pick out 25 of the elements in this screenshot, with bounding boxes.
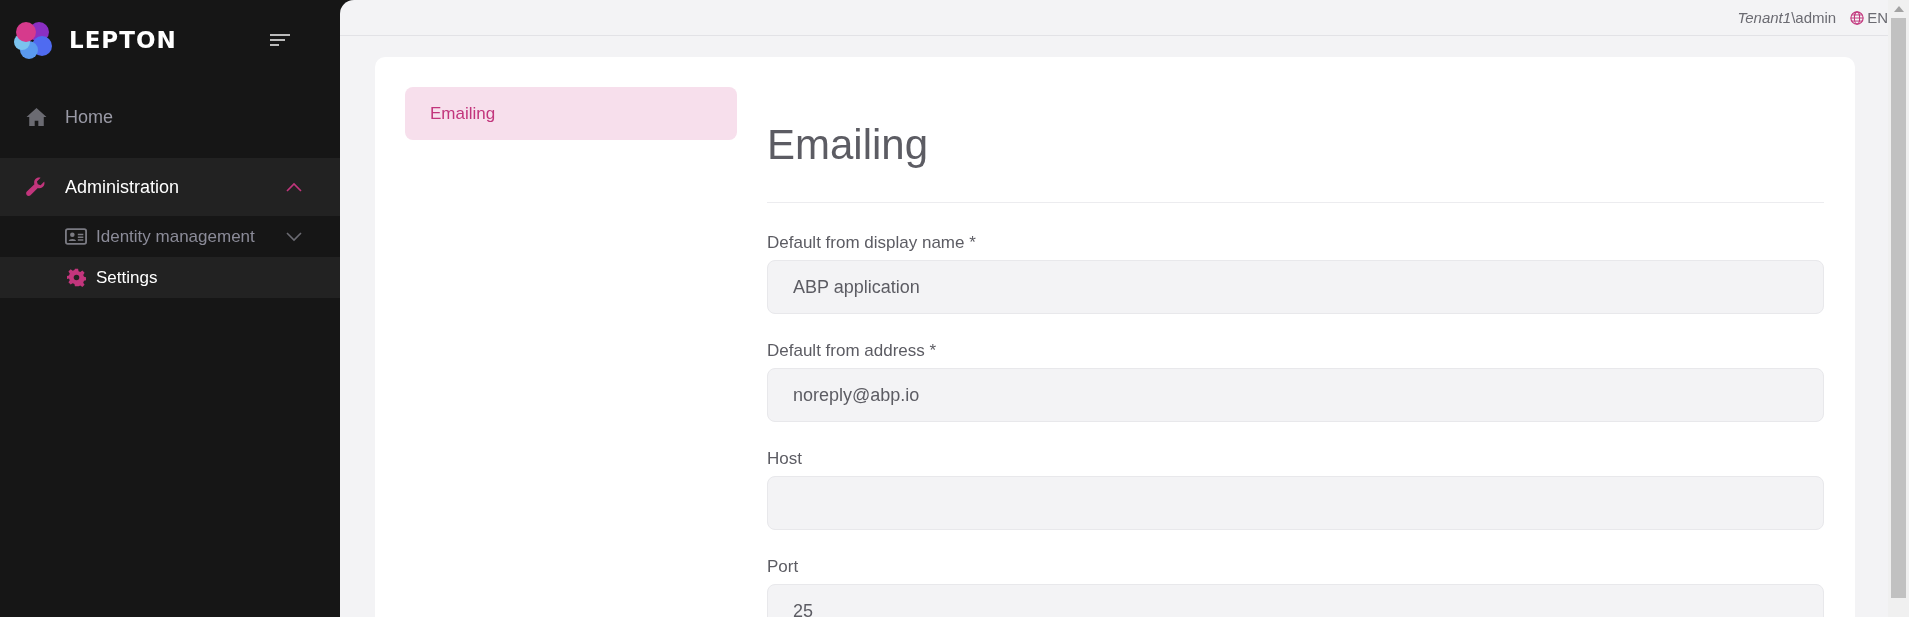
field-label: Default from address * bbox=[767, 341, 938, 361]
field-label: Port bbox=[767, 557, 800, 577]
page-title: Emailing bbox=[767, 121, 930, 169]
input-field[interactable]: ABP application bbox=[767, 260, 1824, 314]
input-field[interactable]: 25 bbox=[767, 584, 1824, 617]
gear-icon bbox=[64, 268, 88, 287]
scroll-up-arrow-icon[interactable] bbox=[1893, 6, 1904, 12]
menu-icon[interactable] bbox=[270, 33, 290, 47]
nav-item[interactable]: Administration bbox=[0, 158, 340, 216]
globe-icon bbox=[1850, 10, 1865, 25]
nav-item[interactable]: Home bbox=[0, 88, 340, 146]
logo-icon bbox=[13, 20, 53, 60]
field-label: Default from display name * bbox=[767, 233, 977, 253]
id-card-icon bbox=[64, 228, 88, 245]
chevron-down-icon bbox=[286, 231, 302, 242]
language-selector[interactable]: EN bbox=[1850, 9, 1888, 26]
brand-name: LEPTON bbox=[69, 27, 177, 53]
field-label: Host bbox=[767, 449, 803, 469]
user-menu[interactable]: Tenant1\admin bbox=[1737, 9, 1837, 26]
settings-tab[interactable]: Emailing bbox=[405, 87, 737, 140]
chevron-up-icon bbox=[286, 182, 302, 192]
nav-item[interactable]: Settings bbox=[0, 257, 340, 298]
input-field[interactable]: noreply@abp.io bbox=[767, 368, 1824, 422]
scrollbar[interactable] bbox=[1888, 0, 1909, 617]
home-icon bbox=[24, 107, 48, 127]
